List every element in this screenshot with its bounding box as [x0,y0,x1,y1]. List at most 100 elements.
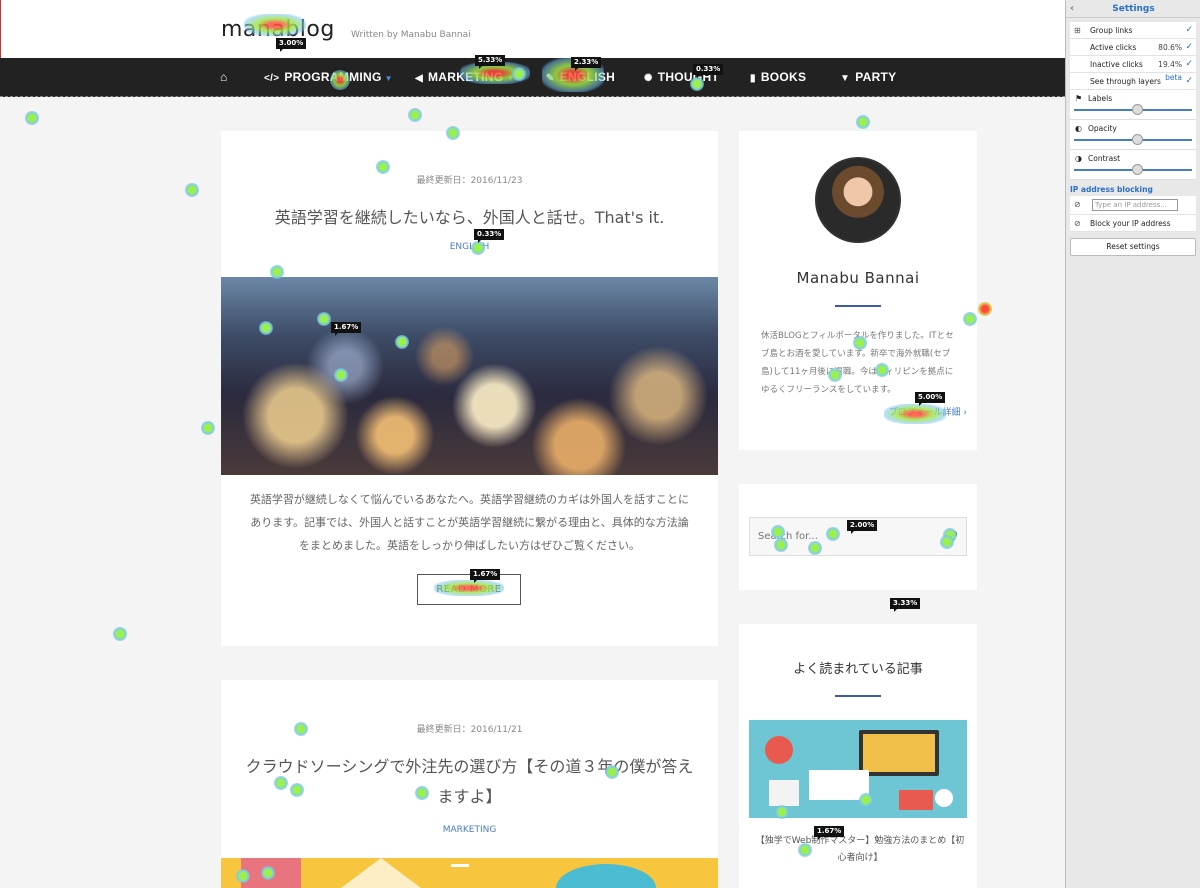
block-icon: ⊘ [1074,219,1081,228]
search-input[interactable] [750,518,940,555]
heatmap-dot [201,421,215,435]
block-ip-row[interactable]: ⊘ Block your IP address [1070,215,1196,232]
avatar[interactable] [815,157,901,243]
site-logo[interactable]: manablog [221,17,335,42]
active-clicks-label: Active clicks [1090,43,1137,52]
search-widget: ⚲ [739,484,977,590]
opacity-icon: ◐ [1075,124,1082,133]
active-clicks-value: 80.6% [1158,43,1182,52]
ip-input-row: ⊘ Type an IP address... [1070,196,1196,215]
group-links-toggle[interactable]: ⊞ Group links ✓ [1070,22,1196,39]
chevron-down-icon: ▼ [384,74,393,83]
divider [835,695,881,697]
site-tagline: Written by Manabu Bannai [351,30,471,40]
beta-badge: beta [1165,73,1182,82]
opacity-label: Opacity [1088,124,1117,133]
labels-slider-row: ⚑ Labels [1070,90,1196,120]
post-date: 最終更新日：2016/11/21 [416,725,523,735]
search-icon[interactable]: ⚲ [950,529,958,542]
main-nav: ⌂ </> PROGRAMMING ▼ ◀ MARKETING ▼ ✎ ENGLISH ✺… [0,58,1065,97]
code-icon: </> [264,73,280,84]
checkmark-icon: ✓ [1185,76,1193,86]
home-icon[interactable]: ⌂ [220,58,228,97]
block-icon: ⊘ [1074,200,1081,209]
checkmark-icon: ✓ [1185,59,1193,69]
post-card: 最終更新日：2016/11/21 クラウドソーシングで外注先の選び方【その道３年… [221,680,718,888]
contrast-slider-handle[interactable] [1132,164,1143,175]
site-header: manablog Written by Manabu Bannai [0,0,1065,58]
chevron-left-icon[interactable]: ‹ [1070,0,1074,18]
settings-title-text: Settings [1112,4,1155,14]
labels-label: Labels [1088,94,1113,103]
nav-label: PROGRAMMING [284,70,382,84]
ip-address-input[interactable]: Type an IP address... [1092,199,1178,211]
heatmap-dot [408,108,422,122]
post-date: 最終更新日：2016/11/23 [416,176,523,186]
heatmap-dot [25,111,39,125]
profile-name: Manabu Bannai [796,269,920,287]
checkmark-icon: ✓ [1185,25,1193,35]
contrast-label: Contrast [1088,154,1121,163]
nav-item-programming[interactable]: </> PROGRAMMING ▼ [264,58,393,97]
post-thumbnail[interactable] [221,277,718,475]
heatmap-dot [856,115,870,129]
opacity-slider-row: ◐ Opacity [1070,120,1196,150]
post-category[interactable]: ENGLISH [221,242,718,252]
contrast-icon: ◑ [1075,154,1082,163]
post-thumbnail-art [241,858,656,888]
cocktail-icon: ▼ [840,73,851,84]
nav-label: PARTY [855,70,897,84]
profile-bio: 休活BLOGとフィルポータルを作りました。ITとセブ島とお酒を愛しています。新卒… [761,331,954,395]
post-excerpt: 英語学習が継続しなくて悩んでいるあなたへ。英語学習継続のカギは外国人を話すことに… [249,493,690,552]
group-icon: ⊞ [1074,26,1081,35]
chevron-down-icon: ▼ [506,74,515,83]
inactive-clicks-label: Inactive clicks [1090,60,1143,69]
contrast-slider-row: ◑ Contrast [1070,150,1196,180]
group-links-label: Group links [1090,26,1133,35]
click-percentage-label: 3.33% [890,598,921,612]
settings-title: ‹ Settings [1066,0,1200,18]
search-box: ⚲ [749,517,967,556]
flag-icon: ⚑ [1075,94,1083,103]
heatmap-dot [185,183,199,197]
active-clicks-toggle[interactable]: Active clicks 80.6% ✓ [1070,39,1196,56]
popular-article-title[interactable]: 【独学でWeb制作マスター】勉強方法のまとめ【初心者向け】 [753,833,967,867]
heatmap-dot [978,302,992,316]
post-thumbnail[interactable] [221,858,718,888]
divider [835,305,881,307]
nav-item-books[interactable]: ▮ BOOKS [750,58,806,97]
heatmap-dot [113,627,127,641]
nav-item-marketing[interactable]: ◀ MARKETING ▼ [415,58,515,97]
nav-item-party[interactable]: ▼ PARTY [840,58,896,97]
post-card: 最終更新日：2016/11/23 英語学習を継続したいなら、外国人と話せ。Tha… [221,131,718,646]
read-more-button[interactable]: READ MORE [417,574,521,605]
post-title[interactable]: 英語学習を継続したいなら、外国人と話せ。That's it. [221,203,718,233]
opacity-slider-handle[interactable] [1132,134,1143,145]
reset-settings-button[interactable]: Reset settings [1070,238,1196,256]
block-ip-label: Block your IP address [1090,219,1171,228]
nav-item-english[interactable]: ✎ ENGLISH [546,58,615,97]
popular-widget: よく読まれている記事 【独学でWeb制作マスター】勉強方法のまとめ【初心者向け】 [739,624,977,888]
see-through-toggle[interactable]: See through layers beta ✓ [1070,73,1196,90]
popular-thumbnail[interactable] [749,720,967,818]
nav-item-thought[interactable]: ✺ THOUGHT [644,58,719,97]
labels-slider-handle[interactable] [1132,104,1143,115]
megaphone-icon: ◀ [415,73,423,84]
see-through-label: See through layers [1090,77,1161,86]
post-title[interactable]: クラウドソーシングで外注先の選び方【その道３年の僕が答えますよ】 [221,752,718,812]
pencil-icon: ✎ [546,73,555,84]
nav-label: MARKETING [428,70,504,84]
spinner-icon: ✺ [644,73,653,84]
popular-title: よく読まれている記事 [793,662,923,677]
book-icon: ▮ [750,73,756,84]
post-category[interactable]: MARKETING [221,825,718,835]
nav-label: THOUGHT [657,70,720,84]
checkmark-icon: ✓ [1185,42,1193,52]
heatmap-settings-panel: ‹ Settings ⊞ Group links ✓ Active clicks… [1065,0,1200,888]
ip-blocking-title: IP address blocking [1070,185,1153,194]
profile-more-link[interactable]: プロフィール詳細 › [889,405,967,418]
popular-thumbnail-art [765,730,953,810]
nav-label: BOOKS [760,70,807,84]
profile-widget: Manabu Bannai 休活BLOGとフィルポータルを作りました。ITとセブ… [739,131,977,450]
nav-label: ENGLISH [559,70,616,84]
